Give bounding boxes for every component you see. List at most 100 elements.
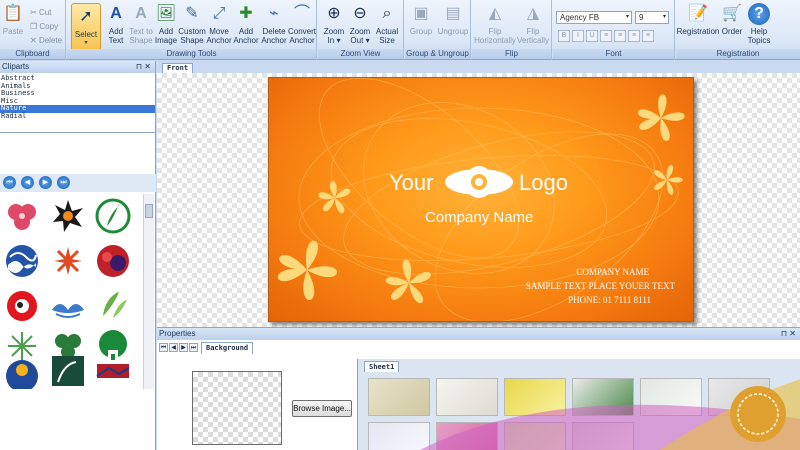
bold-button[interactable]: B [558,30,570,42]
background-thumbnail[interactable] [640,378,702,416]
clipart-green-sprout [103,292,127,318]
tab-sheet1[interactable]: Sheet1 [364,361,400,372]
clipart-red-sun [7,291,37,321]
heart-flower-left-mid [318,181,351,214]
align-left-button[interactable]: ≡ [600,30,612,42]
arrow-pointer-icon: ➚ [79,8,93,25]
clipart-red-leaves [54,247,82,275]
convert-anchor-button[interactable]: ⌒ Convert Anchor [287,3,317,45]
font-format-buttons: B I U ≡ ≡ ≡ ≡ [558,30,654,42]
flip-vertically-button[interactable]: ◮ Flip Vertically [516,3,550,45]
add-anchor-icon: ✚ [239,5,253,22]
clipart-leaf-circle-green [95,198,131,234]
paste-icon: 📋 [3,5,23,22]
clipart-flower-pink [8,204,36,230]
background-thumbnail[interactable] [504,422,566,450]
group-icon: ▣ [413,5,429,22]
card-text-line-2[interactable]: SAMPLE TEXT PLACE YOUER TEXT [526,281,675,291]
background-thumbnail[interactable] [368,378,430,416]
select-button[interactable]: ➚ Select ▾ [71,3,101,51]
underline-button[interactable]: U [586,30,598,42]
registration-icon: 📝 [688,5,708,22]
heart-flower-bottom-left [277,240,338,301]
scrollbar-thumb[interactable] [145,204,153,218]
delete-anchor-button[interactable]: ⌁ Delete Anchor [259,3,289,45]
flip-horizontal-icon: ◭ [488,5,502,22]
background-thumbnail[interactable] [504,378,566,416]
add-anchor-button[interactable]: ✚ Add Anchor [232,3,260,45]
card-company-name[interactable]: Company Name [425,209,533,226]
ungroup-icon: ▤ [445,5,461,22]
clipart-grid [0,194,142,392]
panel-pin-close-icons[interactable]: ⊓ ✕ [781,328,796,340]
actual-size-button[interactable]: ⌕ Actual Size [373,3,401,45]
last-page-icon[interactable]: ⏭ [57,176,70,189]
clipart-category-list[interactable]: Abstract Animals Business Misc Nature Ra… [0,73,155,133]
font-family-select[interactable]: Agency FB ▾ [556,11,632,24]
group-button[interactable]: ▣ Group [407,3,435,36]
card-logo-text-left[interactable]: Your [389,170,433,196]
background-preview [192,371,282,445]
category-item[interactable]: Radial [0,112,155,121]
align-justify-button[interactable]: ≡ [642,30,654,42]
custom-shape-button[interactable]: ✎ Custom Shape [178,3,206,45]
zoom-in-button[interactable]: ⊕ Zoom In ▾ [321,3,347,45]
prev-page-icon[interactable]: ◀ [21,176,34,189]
align-right-button[interactable]: ≡ [628,30,640,42]
zoom-view-group: ⊕ Zoom In ▾ ⊖ Zoom Out ▾ ⌕ Actual Size Z… [318,0,404,60]
last-tab-icon[interactable]: ⏭ [189,343,198,352]
align-center-button[interactable]: ≡ [614,30,626,42]
italic-button[interactable]: I [572,30,584,42]
first-tab-icon[interactable]: ⏮ [159,343,168,352]
business-card[interactable]: Your Logo Company Name COMPANY NAME SAMP… [268,77,694,322]
zoom-out-button[interactable]: ⊖ Zoom Out ▾ [347,3,373,45]
prev-tab-icon[interactable]: ◀ [169,343,178,352]
clipart-red-landscape [96,364,130,378]
custom-shape-icon: ✎ [185,5,199,22]
background-thumbnail[interactable] [572,422,634,450]
add-image-button[interactable]: 🖼 Add Image [153,3,179,45]
zoom-out-icon: ⊖ [353,5,367,22]
clipboard-group-label: Clipboard [0,49,65,59]
flip-group: ◭ Flip Horizontally ◮ Flip Vertically Fl… [472,0,552,60]
registration-button[interactable]: 📝 Registration [676,3,720,36]
background-thumbnail[interactable] [436,378,498,416]
clipart-sun-person [6,360,38,392]
background-thumbnail[interactable] [368,422,430,450]
copy-button[interactable]: ❐ Copy [30,22,58,32]
background-thumbnail[interactable] [436,422,498,450]
text-to-shape-icon: A [135,5,147,22]
tab-background[interactable]: Background [201,342,254,354]
clipart-thumbnails[interactable] [0,194,142,392]
background-sheet: Sheet1 [357,359,800,450]
font-group-label: Font [553,49,674,59]
clipart-scrollbar[interactable] [143,194,154,389]
card-text-line-1[interactable]: COMPANY NAME [576,267,649,277]
move-anchor-button[interactable]: ⤢ Move Anchor [205,3,233,45]
clipart-red-face [97,245,129,277]
delete-button[interactable]: ✕ Delete [30,36,62,46]
font-size-select[interactable]: 9 ▾ [635,11,669,24]
paste-button[interactable]: 📋 Paste [2,3,24,36]
tab-front[interactable]: Front [162,63,194,73]
card-text-line-3[interactable]: PHONE: 01 7111 8111 [568,295,651,305]
ungroup-button[interactable]: ▤ Ungroup [437,3,469,36]
clipart-green-clover [55,334,81,359]
text-to-shape-button[interactable]: A Text to Shape [126,3,156,45]
help-topics-button[interactable]: ? Help Topics [746,3,772,45]
first-page-icon[interactable]: ⏮ [3,176,16,189]
next-tab-icon[interactable]: ▶ [179,343,188,352]
category-item[interactable]: Business [0,89,155,98]
card-logo-text-right[interactable]: Logo [519,170,568,196]
registration-group-label: Registration [676,49,800,59]
browse-image-button[interactable]: Browse Image... [292,400,352,417]
background-thumbnail[interactable] [708,378,770,416]
clipart-green-burst [8,332,36,360]
panel-pin-close-icons[interactable]: ⊓ ✕ [136,61,151,73]
cut-button[interactable]: ✂ Cut [30,8,51,18]
next-page-icon[interactable]: ▶ [39,176,52,189]
order-button[interactable]: 🛒 Order [720,3,744,36]
flip-horizontally-button[interactable]: ◭ Flip Horizontally [474,3,516,45]
background-thumbnail[interactable] [572,378,634,416]
group-ungroup-group-label: Group & Ungroup [405,49,470,59]
